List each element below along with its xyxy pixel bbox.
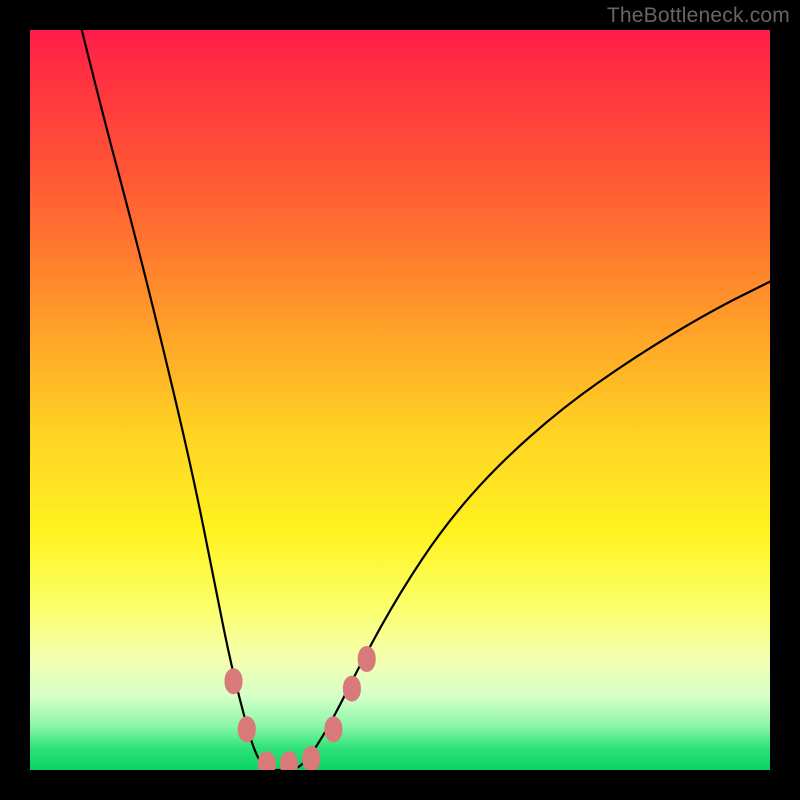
marker-right-mid <box>343 676 361 702</box>
marker-trough-1 <box>258 751 276 770</box>
plot-area <box>30 30 770 770</box>
marker-left-upper <box>225 668 243 694</box>
bottleneck-curve <box>82 30 770 770</box>
chart-frame: TheBottleneck.com <box>0 0 800 800</box>
marker-right-lower <box>324 716 342 742</box>
marker-trough-3 <box>302 746 320 770</box>
marker-trough-2 <box>280 751 298 770</box>
marker-right-upper <box>358 646 376 672</box>
marker-left-lower <box>238 716 256 742</box>
curve-svg <box>30 30 770 770</box>
watermark-text: TheBottleneck.com <box>607 4 790 28</box>
marker-group <box>225 646 376 770</box>
